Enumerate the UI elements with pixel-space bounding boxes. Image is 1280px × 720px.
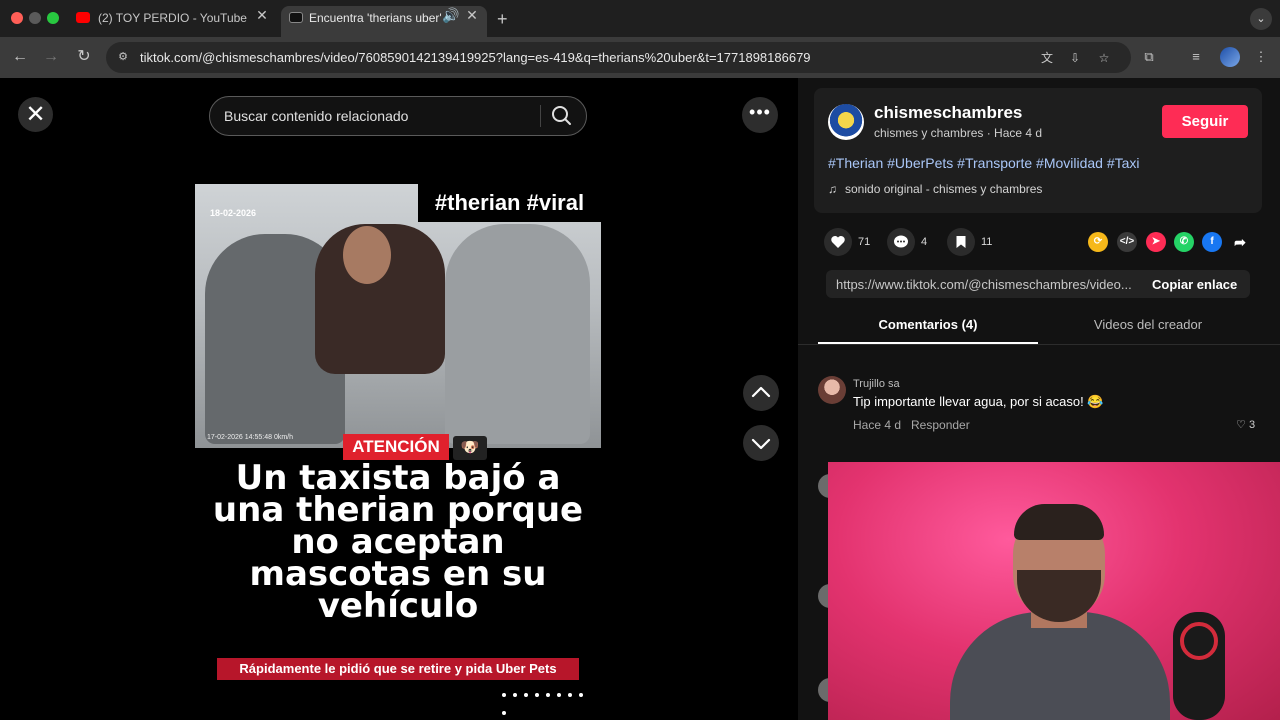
commenter-name[interactable]: Trujillo sa [853,378,900,390]
tab-title: (2) TOY PERDIO - YouTube [98,11,247,25]
car-seat-right [445,224,590,444]
author-avatar[interactable] [828,104,864,140]
passenger-head [343,226,391,284]
video-hashtags[interactable]: #Therian #UberPets #Transporte #Movilida… [828,155,1140,171]
facebook-icon[interactable]: f [1202,232,1222,252]
tab-creator-videos[interactable]: Videos del creador [1038,314,1258,344]
comment-like-button[interactable]: ♡ 3 [1236,418,1255,431]
save-count: 11 [981,236,993,248]
attention-badge: ATENCIÓN [343,434,449,460]
back-icon[interactable]: ← [10,47,30,67]
video-headline: Un taxista bajó a una therian porque no … [212,458,584,626]
more-options-icon[interactable]: ••• [742,97,778,133]
slide-indicator [502,684,600,715]
slide-dot [513,693,517,697]
tab-title: Encuentra 'therians uber' [309,11,442,25]
search-divider [540,105,541,127]
new-tab-button[interactable]: + [497,9,508,30]
embed-icon[interactable]: </> [1117,232,1137,252]
slide-dot [557,693,561,697]
tab-search-button[interactable]: ⌄ [1250,8,1272,30]
share-link-row: https://www.tiktok.com/@chismeschambres/… [826,270,1250,298]
send-friends-icon[interactable]: ➤ [1146,232,1166,252]
comment-time: Hace 4 d [853,418,902,432]
url-text[interactable]: tiktok.com/@chismeschambres/video/760859… [140,50,811,65]
media-controls-icon[interactable]: ≡ [1187,48,1205,66]
microphone-ring [1180,622,1218,660]
reload-icon[interactable]: ↻ [74,47,94,67]
previous-video-button[interactable] [743,375,779,411]
window-close-button[interactable] [11,12,23,24]
slide-dot [568,693,572,697]
tiktok-icon [289,12,303,23]
author-meta: chismes y chambres · Hace 4 d [874,126,1043,140]
heart-outline-icon: ♡ [1236,419,1246,431]
slide-dot [502,711,506,715]
sound-link[interactable]: ♫ sonido original - chismes y chambres [828,182,1042,196]
tabs-divider [798,344,1280,345]
share-arrow-icon[interactable]: ➦ [1230,232,1250,252]
translate-icon[interactable]: 文 [1038,49,1056,67]
close-tab-icon[interactable]: ✕ [254,7,270,23]
browser-tab-youtube[interactable]: (2) TOY PERDIO - YouTube [76,6,276,37]
next-video-button[interactable] [743,425,779,461]
comment-like-count: 3 [1248,419,1256,431]
bookmark-icon [947,228,975,256]
window-maximize-button[interactable] [47,12,59,24]
share-link-text[interactable]: https://www.tiktok.com/@chismeschambres/… [836,277,1136,292]
bookmark-star-icon[interactable]: ☆ [1095,49,1113,67]
comment-text: Tip importante llevar agua, por si acaso… [853,394,1104,409]
close-icon[interactable]: ✕ [18,97,53,132]
youtube-icon [76,12,90,23]
extensions-icon[interactable]: ⧉ [1140,48,1158,66]
sound-label: sonido original - chismes y chambres [845,182,1043,196]
slide-dot [535,693,539,697]
close-tab-icon[interactable]: ✕ [464,7,480,23]
comment-item: Trujillo sa Tip importante llevar agua, … [818,376,1260,436]
like-count: 71 [858,236,871,248]
browser-toolbar: ← → ↻ ⚙ tiktok.com/@chismeschambres/vide… [0,37,1280,78]
streamer-hair [1014,504,1104,540]
chevron-up-icon [751,386,771,398]
slide-dot [502,693,506,697]
slide-dot [579,693,583,697]
chevron-down-icon [751,438,771,450]
comment-icon [887,228,915,256]
profile-avatar[interactable] [1220,47,1240,67]
music-note-icon: ♫ [828,182,837,196]
author-card: chismeschambres chismes y chambres · Hac… [814,88,1262,213]
streamer-body [950,612,1170,720]
audio-playing-icon[interactable]: 🔊 [442,7,459,23]
webcam-overlay [828,462,1280,720]
search-input[interactable] [224,97,534,135]
video-date-stamp: 18-02-2026 [210,208,257,218]
follow-button[interactable]: Seguir [1162,105,1248,138]
copy-link-button[interactable]: Copiar enlace [1152,277,1237,292]
whatsapp-icon[interactable]: ✆ [1174,232,1194,252]
browser-menu-icon[interactable]: ⋮ [1252,48,1270,66]
browser-tab-bar: (2) TOY PERDIO - YouTube ✕ Encuentra 'th… [0,0,1280,37]
author-username[interactable]: chismeschambres [874,103,1022,123]
install-app-icon[interactable]: ⇩ [1066,49,1084,67]
search-icon[interactable] [548,102,576,130]
slide-dot [524,693,528,697]
site-info-icon[interactable]: ⚙ [116,50,130,64]
video-hashtag-overlay: #therian #viral [418,184,601,222]
forward-icon[interactable]: → [41,47,61,67]
video-subline: Rápidamente le pidió que se retire y pid… [217,658,579,680]
heart-icon [824,228,852,256]
repost-icon[interactable]: ⟳ [1088,232,1108,252]
tab-comments[interactable]: Comentarios (4) [818,314,1038,344]
dashcam-stamp: 17-02-2026 14:55:48 0km/h [207,434,294,441]
related-search-box [209,96,587,136]
window-minimize-button[interactable] [29,12,41,24]
comment-count: 4 [921,236,928,248]
slide-dot [546,693,550,697]
reply-button[interactable]: Responder [911,418,970,432]
dog-emoji: 🐶 [453,436,487,460]
address-bar[interactable]: ⚙ tiktok.com/@chismeschambres/video/7608… [106,42,1131,73]
video-player[interactable]: 18-02-2026 17-02-2026 14:55:48 0km/h #th… [195,184,601,720]
commenter-avatar[interactable] [818,376,846,404]
video-frame: 18-02-2026 17-02-2026 14:55:48 0km/h #th… [195,184,601,448]
